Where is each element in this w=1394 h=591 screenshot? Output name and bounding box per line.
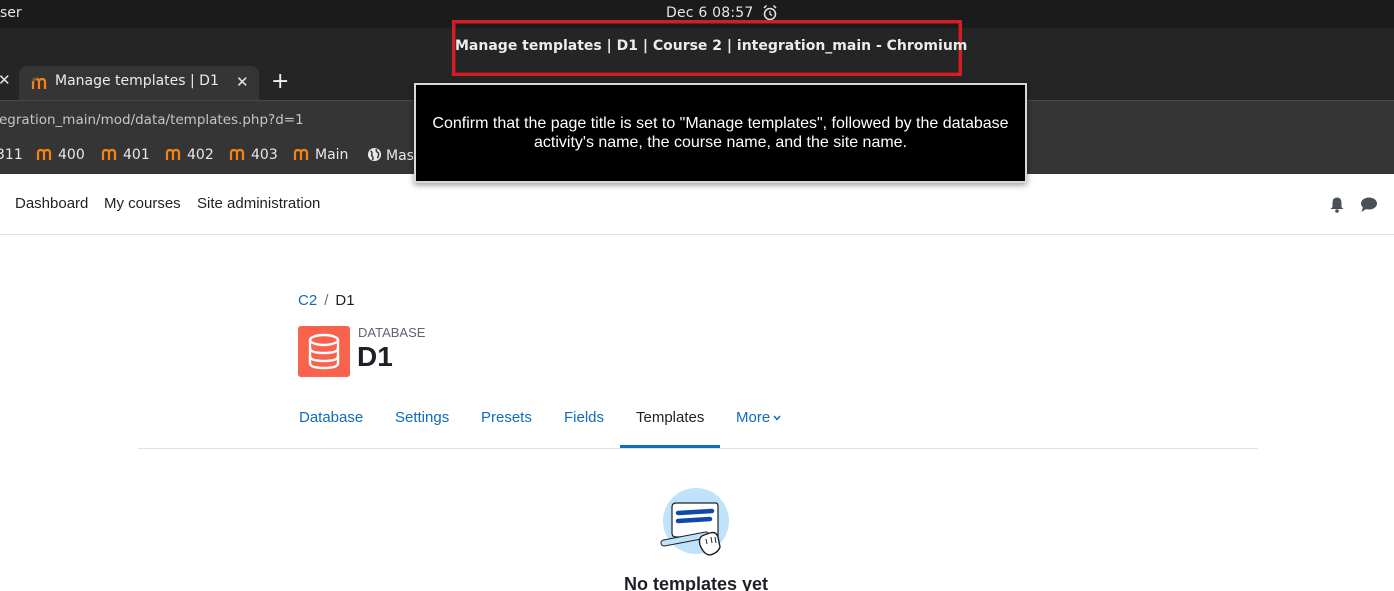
tab-settings[interactable]: Settings [395,409,449,426]
nav-dashboard[interactable]: Dashboard [15,195,88,212]
database-icon [298,326,350,377]
tab-close-icon[interactable]: ✕ [236,73,249,91]
page-title: D1 [357,341,393,372]
bookmark-label: 400 [58,147,85,163]
tab-active[interactable]: Manage templates | D1 | C ✕ [19,66,259,100]
empty-state-heading: No templates yet [623,574,769,591]
url-field[interactable]: egration_main/mod/data/templates.php?d=1 [0,112,304,128]
os-app-name[interactable]: ser [0,5,22,21]
nav-site-administration[interactable]: Site administration [197,195,320,212]
secondary-navigation: Database Settings Presets Fields Templat… [138,394,1258,449]
moodle-icon [229,148,245,160]
tab-more[interactable]: More [736,409,781,426]
bookmark-item[interactable]: 311 [0,147,23,163]
tab-more-label: More [736,409,771,426]
bookmark-label: Mas [386,148,414,164]
bookmark-label: 401 [123,147,150,163]
instruction-tooltip: Confirm that the page title is set to "M… [414,83,1027,183]
active-tab-indicator [620,445,720,448]
moodle-icon [293,148,309,160]
chevron-down-icon [773,415,781,421]
previous-tab-close-icon[interactable]: ✕ [0,71,11,89]
tab-title: Manage templates | D1 | C [55,73,225,89]
empty-templates-illustration [660,488,729,556]
bell-icon[interactable] [1329,196,1345,213]
moodle-icon [36,148,52,160]
new-tab-icon[interactable]: + [271,69,289,94]
tab-fields[interactable]: Fields [564,409,604,426]
moodle-icon [31,76,47,89]
breadcrumb-separator: / [324,292,329,309]
bookmark-label: 311 [0,147,23,163]
nav-my-courses[interactable]: My courses [104,195,181,212]
bookmark-label: 403 [251,147,278,163]
bookmark-item[interactable]: 402 [165,147,214,163]
moodle-icon [165,148,181,160]
bookmark-label: 402 [187,147,214,163]
activity-type-label: DATABASE [358,325,426,340]
bookmark-item[interactable]: 403 [229,147,278,163]
tab-templates[interactable]: Templates [636,409,704,426]
os-clock[interactable]: Dec 6 08:57 [666,5,753,21]
chat-icon[interactable] [1360,196,1378,213]
window-title: Manage templates | D1 | Course 2 | integ… [455,38,968,54]
bookmark-item[interactable]: 401 [101,147,150,163]
window-title-highlight: Manage templates | D1 | Course 2 | integ… [452,20,968,76]
breadcrumb: C2 / D1 [298,292,355,309]
breadcrumb-course-link[interactable]: C2 [298,292,317,309]
bookmark-label: Main [315,147,349,163]
tab-presets[interactable]: Presets [481,409,532,426]
bookmark-item[interactable]: Main [293,147,348,163]
breadcrumb-current: D1 [335,292,355,309]
moodle-icon [101,148,117,160]
site-navbar: Dashboard My courses Site administration [0,174,1394,235]
bookmark-item[interactable]: Mas [367,147,414,164]
instruction-text: Confirm that the page title is set to "M… [432,115,1009,151]
globe-icon [367,147,382,162]
bookmark-item[interactable]: 400 [36,147,85,163]
tab-database[interactable]: Database [299,409,363,426]
